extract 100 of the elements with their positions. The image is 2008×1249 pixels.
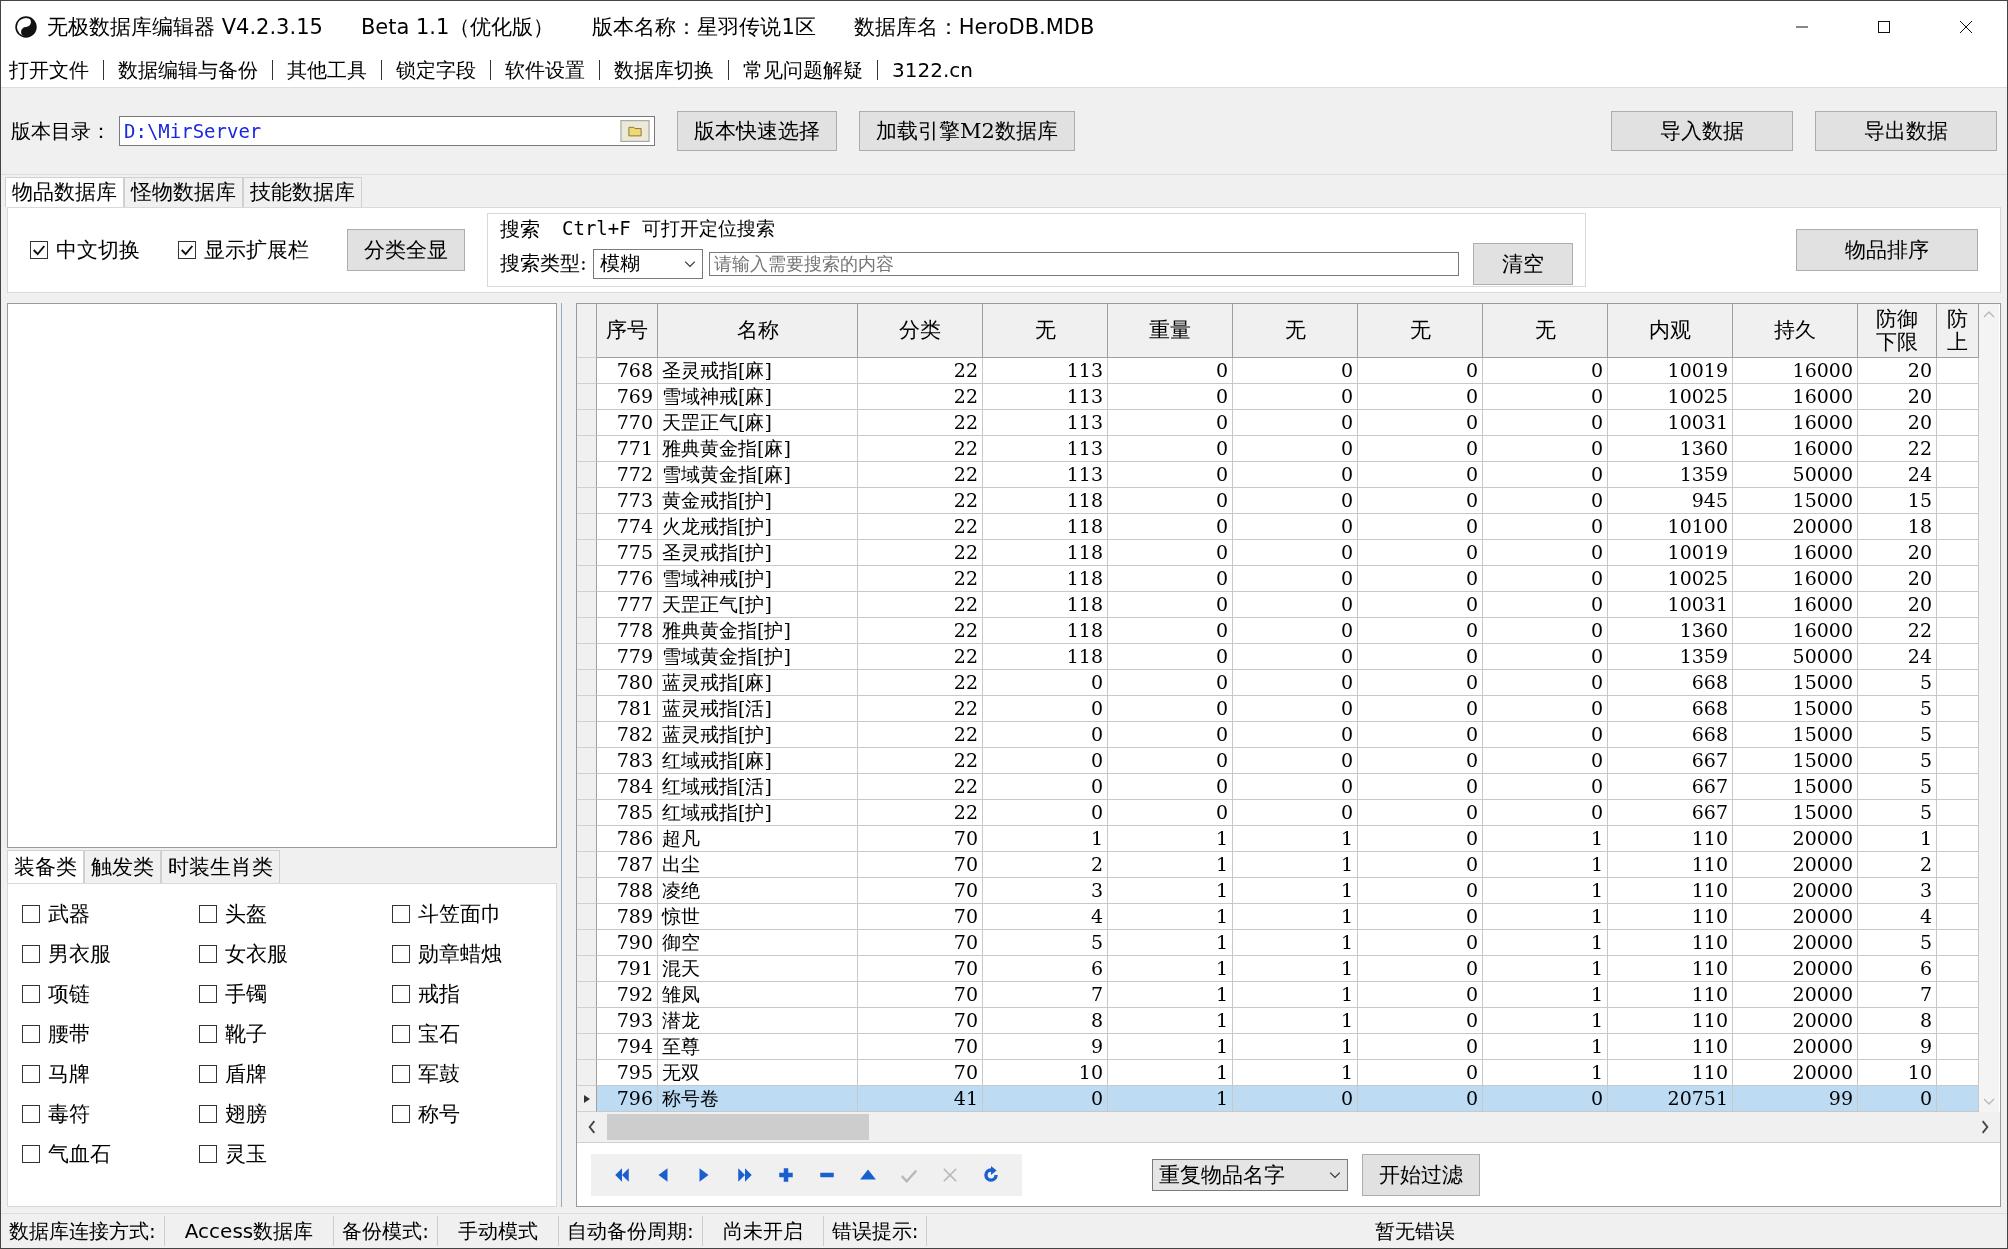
window-title: 数据库名：HeroDB.MDB	[853, 14, 1095, 41]
checkbox-label: 盾牌	[225, 1061, 267, 1088]
checkbox[interactable]	[178, 241, 196, 259]
sort-button[interactable]: 物品排序	[1796, 229, 1978, 271]
checkbox[interactable]	[30, 241, 48, 259]
path-field[interactable]: D:\MirServer	[119, 116, 655, 146]
row-indicator[interactable]	[577, 1086, 597, 1112]
menu-item[interactable]: 常见问题解疑	[728, 60, 877, 80]
checkbox[interactable]	[22, 1105, 40, 1123]
refresh-icon[interactable]	[982, 1165, 1000, 1184]
table-row[interactable]: 781 蓝灵戒指[活] 22 0 0 0 0 0 668 15000 5	[577, 696, 1979, 722]
scroll-left-icon[interactable]	[587, 1120, 597, 1134]
add-icon[interactable]	[777, 1165, 795, 1184]
table-row[interactable]: 783 红域戒指[麻] 22 0 0 0 0 0 667 15000 5	[577, 748, 1979, 774]
tab[interactable]: 物品数据库	[5, 177, 124, 207]
checkbox-label: 毒符	[48, 1101, 90, 1128]
clear-button[interactable]: 清空	[1472, 242, 1573, 285]
checkbox[interactable]	[199, 1105, 217, 1123]
folder-icon[interactable]	[620, 120, 650, 142]
checkbox[interactable]	[392, 985, 410, 1003]
menu-item[interactable]: 数据库切换	[599, 60, 728, 80]
toolbar-button[interactable]: 加载引擎M2数据库	[859, 111, 1075, 151]
vertical-scrollbar[interactable]	[1979, 304, 1999, 1112]
checkbox-label: 头盔	[225, 901, 267, 928]
table-row[interactable]: 792 雏凤 70 7 1 1 0 1 110 20000 7	[577, 982, 1979, 1008]
table-row[interactable]: 793 潜龙 70 8 1 1 0 1 110 20000 8	[577, 1008, 1979, 1034]
checkbox[interactable]	[199, 985, 217, 1003]
menu-item[interactable]: 软件设置	[490, 60, 599, 80]
checkbox-label: 中文切换	[56, 237, 140, 264]
table-row[interactable]: 770 天罡正气[麻] 22 113 0 0 0 0 10031 16000 20	[577, 410, 1979, 436]
search-field[interactable]: 请输入需要搜索的内容	[708, 251, 1459, 276]
checkbox[interactable]	[392, 945, 410, 963]
table-row[interactable]: 768 圣灵戒指[麻] 22 113 0 0 0 0 10019 16000 20	[577, 358, 1979, 384]
checkbox[interactable]	[199, 1065, 217, 1083]
tab[interactable]: 技能数据库	[243, 177, 362, 207]
table-row[interactable]: 791 混天 70 6 1 1 0 1 110 20000 6	[577, 956, 1979, 982]
menu-item[interactable]: 其他工具	[272, 60, 381, 80]
tab[interactable]: 怪物数据库	[124, 177, 243, 207]
table-row[interactable]: 795 无双 70 10 1 1 0 1 110 20000 10	[577, 1060, 1979, 1086]
window-title: 无极数据库编辑器 V4.2.3.15	[47, 14, 323, 41]
checkbox[interactable]	[199, 1025, 217, 1043]
checkbox[interactable]	[199, 945, 217, 963]
checkbox[interactable]	[22, 1065, 40, 1083]
scroll-up-icon[interactable]	[1983, 310, 1995, 318]
table-row[interactable]: 779 雪域黄金指[护] 22 118 0 0 0 0 1359 50000 24	[577, 644, 1979, 670]
checkbox[interactable]	[22, 1025, 40, 1043]
toolbar-button[interactable]: 版本快速选择	[677, 111, 837, 151]
checkbox[interactable]	[392, 1025, 410, 1043]
search-type-label: 搜索类型:	[500, 250, 587, 277]
table-row[interactable]: 780 蓝灵戒指[麻] 22 0 0 0 0 0 668 15000 5	[577, 670, 1979, 696]
window-title: 版本名称：星羽传说1区	[592, 14, 816, 41]
menu-item[interactable]: 锁定字段	[381, 60, 490, 80]
scroll-right-icon[interactable]	[1980, 1120, 1990, 1134]
table-row[interactable]: 771 雅典黄金指[麻] 22 113 0 0 0 0 1360 16000 22	[577, 436, 1979, 462]
maximize-icon	[1877, 20, 1891, 34]
checkbox-label: 军鼓	[418, 1061, 460, 1088]
checkbox[interactable]	[22, 985, 40, 1003]
current-row-icon	[583, 1094, 590, 1103]
checkbox[interactable]	[392, 1065, 410, 1083]
table-row[interactable]: 777 天罡正气[护] 22 118 0 0 0 0 10031 16000 20	[577, 592, 1979, 618]
scrollbar-thumb[interactable]	[607, 1114, 869, 1140]
table-row[interactable]: 790 御空 70 5 1 1 0 1 110 20000 5	[577, 930, 1979, 956]
table-row[interactable]: 785 红域戒指[护] 22 0 0 0 0 0 667 15000 5	[577, 800, 1979, 826]
horizontal-scrollbar[interactable]	[577, 1112, 2000, 1143]
toolbar-button[interactable]: 导入数据	[1611, 111, 1793, 151]
checkbox[interactable]	[199, 905, 217, 923]
table-row[interactable]: 773 黄金戒指[护] 22 118 0 0 0 0 945 15000 15	[577, 488, 1979, 514]
table-row[interactable]: 788 凌绝 70 3 1 1 0 1 110 20000 3	[577, 878, 1979, 904]
menu-item[interactable]: 数据编辑与备份	[103, 60, 272, 80]
start-filter-button[interactable]: 开始过滤	[1362, 1153, 1480, 1196]
show-all-button[interactable]: 分类全显	[347, 229, 465, 271]
table-row[interactable]: 796 称号卷 41 0 1 0 0 0 20751 99 0	[577, 1086, 1979, 1112]
search-type-dropdown[interactable]: 模糊	[592, 248, 703, 279]
tab[interactable]: 装备类	[7, 850, 84, 883]
scroll-down-icon[interactable]	[1983, 1098, 1995, 1106]
table-row[interactable]: 786 超凡 70 1 1 1 0 1 110 20000 1	[577, 826, 1979, 852]
table-row[interactable]: 794 至尊 70 9 1 1 0 1 110 20000 9	[577, 1034, 1979, 1060]
checkbox[interactable]	[199, 1145, 217, 1163]
table-row[interactable]: 776 雪域神戒[护] 22 118 0 0 0 0 10025 16000 20	[577, 566, 1979, 592]
table-row[interactable]: 789 惊世 70 4 1 1 0 1 110 20000 4	[577, 904, 1979, 930]
table-row[interactable]: 782 蓝灵戒指[护] 22 0 0 0 0 0 668 15000 5	[577, 722, 1979, 748]
table-row[interactable]: 772 雪域黄金指[麻] 22 113 0 0 0 0 1359 50000 24	[577, 462, 1979, 488]
checkbox[interactable]	[392, 905, 410, 923]
last-record-icon[interactable]	[736, 1165, 754, 1184]
checkbox[interactable]	[22, 945, 40, 963]
toolbar-button[interactable]: 导出数据	[1815, 111, 1997, 151]
table-row[interactable]: 787 出尘 70 2 1 1 0 1 110 20000 2	[577, 852, 1979, 878]
menu-item[interactable]: 3122.cn	[877, 60, 987, 80]
table-row[interactable]: 784 红域戒指[活] 22 0 0 0 0 0 667 15000 5	[577, 774, 1979, 800]
filter-dropdown[interactable]: 重复物品名字	[1152, 1158, 1348, 1191]
table-row[interactable]: 775 圣灵戒指[护] 22 118 0 0 0 0 10019 16000 20	[577, 540, 1979, 566]
checkbox-label: 女衣服	[225, 941, 288, 968]
table-row[interactable]: 769 雪域神戒[麻] 22 113 0 0 0 0 10025 16000 20	[577, 384, 1979, 410]
status-text: 手动模式	[437, 1216, 559, 1246]
checkbox[interactable]	[392, 1105, 410, 1123]
checkbox[interactable]	[22, 1145, 40, 1163]
table-row[interactable]: 778 雅典黄金指[护] 22 118 0 0 0 0 1360 16000 22	[577, 618, 1979, 644]
menu-item[interactable]: 打开文件	[9, 56, 103, 84]
table-row[interactable]: 774 火龙戒指[护] 22 118 0 0 0 0 10100 20000 18	[577, 514, 1979, 540]
checkbox[interactable]	[22, 905, 40, 923]
